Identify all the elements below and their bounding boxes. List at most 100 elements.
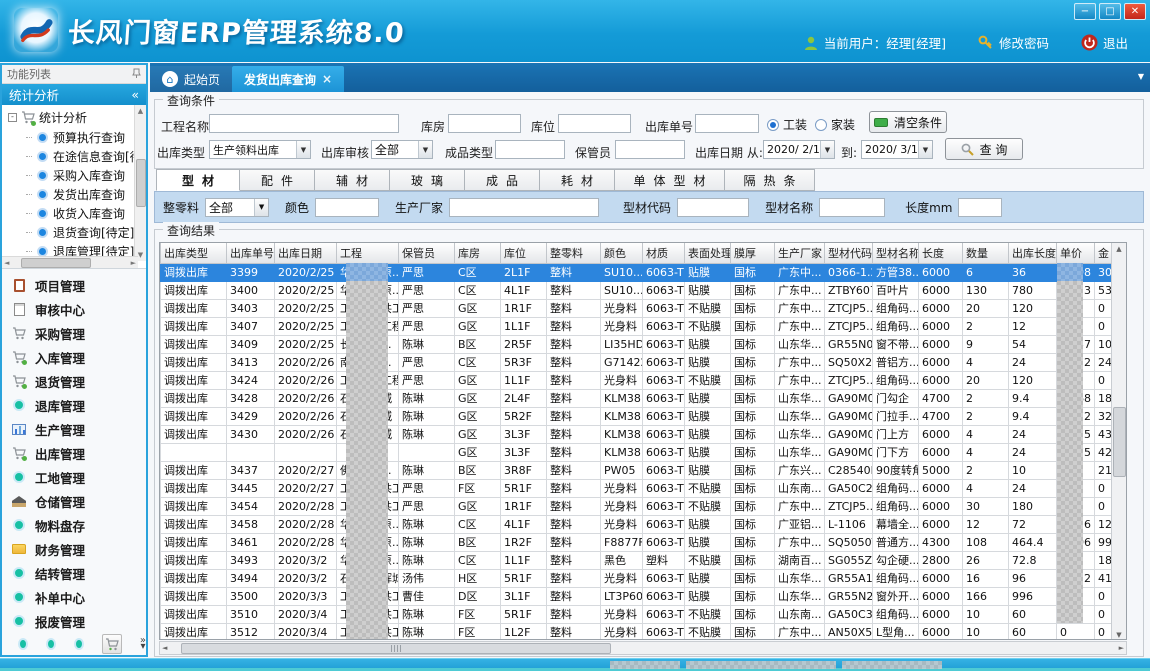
minimize-button[interactable]: −: [1074, 3, 1096, 20]
sidebar-item-仓储管理[interactable]: 仓储管理: [2, 489, 146, 513]
sidebar-item-报废管理[interactable]: 报废管理: [2, 609, 146, 633]
table-row[interactable]: 调拨出库34032020/2/25工共工程严思G区1R1F整料光身料6063-T…: [161, 299, 1113, 317]
column-header-长度[interactable]: 长度: [919, 243, 963, 263]
table-row[interactable]: 调拨出库35102020/3/4工共工程陈琳F区5R1F整料光身料6063-T5…: [161, 605, 1113, 623]
material-tab-单体型材[interactable]: 单体型材: [615, 169, 725, 191]
sidebar-item-退货管理[interactable]: 退货管理: [2, 369, 146, 393]
column-header-型材代码[interactable]: 型材代码: [825, 243, 873, 263]
column-header-生产厂家[interactable]: 生产厂家: [775, 243, 825, 263]
logout-button[interactable]: 退出: [1081, 33, 1128, 52]
table-row[interactable]: 调拨出库34612020/2/28华原...陈琳B区1R2F整料F8877FT6…: [161, 533, 1113, 551]
material-tab-成品[interactable]: 成品: [465, 169, 540, 191]
column-header-出库日期[interactable]: 出库日期: [275, 243, 337, 263]
chevron-down-icon[interactable]: ▼: [1138, 72, 1144, 81]
date-to-picker[interactable]: 2020/ 3/16 ▼: [861, 140, 933, 159]
table-row[interactable]: 调拨出库34942020/3/2石辉城汤伟H区5R1F整料光身料6063-T5贴…: [161, 569, 1113, 587]
scroll-up-icon[interactable]: ▲: [136, 105, 145, 117]
out-type-select[interactable]: 生产领料出库 ▼: [209, 140, 311, 159]
table-row[interactable]: 调拨出库34002020/2/25华原...严思C区4L1F整料SU10...6…: [161, 281, 1113, 299]
scroll-right-icon[interactable]: ►: [129, 257, 138, 269]
column-header-库房[interactable]: 库房: [455, 243, 501, 263]
table-row[interactable]: 调拨出库34452020/2/27工共工程严思F区5R1F整料光身料6063-T…: [161, 479, 1113, 497]
sidebar-item-工地管理[interactable]: 工地管理: [2, 465, 146, 489]
column-header-颜色[interactable]: 颜色: [601, 243, 643, 263]
grid-horizontal-scrollbar[interactable]: ◄ ►: [159, 641, 1127, 655]
sidebar-item-退库管理[interactable]: 退库管理: [2, 393, 146, 417]
material-tab-隔热条[interactable]: 隔热条: [725, 169, 815, 191]
tree-item-采购入库查询[interactable]: 采购入库查询: [2, 166, 146, 185]
table-row[interactable]: 调拨出库34582020/2/28华原...陈琳C区4L1F整料光身料6063-…: [161, 515, 1113, 533]
scroll-left-icon[interactable]: ◄: [160, 642, 169, 654]
tab-close-icon[interactable]: ×: [322, 72, 332, 86]
sidebar-item-项目管理[interactable]: 项目管理: [2, 273, 146, 297]
tree-horizontal-scrollbar[interactable]: ◄ ►: [2, 256, 138, 268]
tab-home[interactable]: ⌂ 起始页: [150, 66, 232, 92]
scroll-left-icon[interactable]: ◄: [2, 257, 11, 269]
grid-vertical-scrollbar[interactable]: ▲ ▼: [1111, 243, 1126, 640]
scroll-up-icon[interactable]: ▲: [1114, 243, 1123, 255]
column-header-表面处理[interactable]: 表面处理: [685, 243, 731, 263]
material-tab-辅材[interactable]: 辅材: [315, 169, 390, 191]
scroll-thumb[interactable]: [136, 159, 146, 207]
table-row[interactable]: 调拨出库34242020/2/26工工程严思G区1L1F整料光身料6063-T5…: [161, 371, 1113, 389]
table-row[interactable]: 调拨出库34132020/2/26南...严思C区5R3F整料G71422606…: [161, 353, 1113, 371]
close-button[interactable]: ✕: [1124, 3, 1146, 20]
column-header-单价[interactable]: 单价: [1057, 243, 1095, 263]
maker-input[interactable]: [449, 198, 599, 217]
sidebar-item-结转管理[interactable]: 结转管理: [2, 561, 146, 585]
color-input[interactable]: [315, 198, 379, 217]
profile-name-input[interactable]: [819, 198, 885, 217]
table-row[interactable]: 调拨出库33992020/2/25华原...严思C区2L1F整料SU10...6…: [161, 263, 1113, 281]
table-row[interactable]: 调拨出库34932020/3/2华原...陈琳C区1L1F整料黑色塑料不贴膜国标…: [161, 551, 1113, 569]
sidebar-section-header[interactable]: 统计分析 «: [2, 84, 146, 106]
clear-conditions-button[interactable]: 清空条件: [869, 111, 947, 133]
scroll-thumb[interactable]: [1113, 407, 1126, 477]
column-header-金[interactable]: 金: [1095, 243, 1113, 263]
column-header-库位[interactable]: 库位: [501, 243, 547, 263]
material-tab-配件[interactable]: 配件: [240, 169, 315, 191]
column-header-出库单号[interactable]: 出库单号: [227, 243, 275, 263]
tree-item-收货入库查询[interactable]: 收货入库查询: [2, 204, 146, 223]
search-button[interactable]: 查 询: [945, 138, 1023, 160]
maximize-button[interactable]: □: [1099, 3, 1121, 20]
material-tab-型材[interactable]: 型材: [156, 169, 240, 191]
tree-root-statistics[interactable]: - 统计分析: [2, 105, 146, 128]
column-header-出库长度[interactable]: 出库长度: [1009, 243, 1057, 263]
project-name-input[interactable]: [209, 114, 399, 133]
table-row[interactable]: 调拨出库34282020/2/26石城陈琳G区2L4F整料KLM38176063…: [161, 389, 1113, 407]
table-row[interactable]: 调拨出库34292020/2/26石城陈琳G区5R2F整料KLM38176063…: [161, 407, 1113, 425]
table-row[interactable]: 调拨出库35002020/3/3工共工程曹佳D区3L1F整料LT3P606063…: [161, 587, 1113, 605]
column-header-膜厚[interactable]: 膜厚: [731, 243, 775, 263]
tree-item-预算执行查询[interactable]: 预算执行查询: [2, 128, 146, 147]
length-input[interactable]: [958, 198, 1002, 217]
sidebar-item-补单中心[interactable]: 补单中心: [2, 585, 146, 609]
sidebar-item-审核中心[interactable]: 审核中心: [2, 297, 146, 321]
product-type-input[interactable]: [495, 140, 565, 159]
column-header-材质[interactable]: 材质: [643, 243, 685, 263]
table-row[interactable]: 调拨出库34542020/2/28工共工程严思G区1R1F整料光身料6063-T…: [161, 497, 1113, 515]
material-tab-耗材[interactable]: 耗材: [540, 169, 615, 191]
profile-code-input[interactable]: [677, 198, 749, 217]
pin-icon[interactable]: [132, 68, 141, 79]
dot-icon[interactable]: [46, 638, 56, 650]
tree-item-退货查询[待定][interactable]: 退货查询[待定]: [2, 223, 146, 242]
sidebar-item-物料盘存[interactable]: 物料盘存: [2, 513, 146, 537]
sidebar-item-财务管理[interactable]: 财务管理: [2, 537, 146, 561]
column-header-保管员[interactable]: 保管员: [399, 243, 455, 263]
scroll-right-icon[interactable]: ►: [1117, 642, 1126, 654]
sidebar-item-入库管理[interactable]: 入库管理: [2, 345, 146, 369]
column-header-出库类型[interactable]: 出库类型: [161, 243, 227, 263]
zhengling-select[interactable]: 全部 ▼: [205, 198, 269, 217]
radio-gongzhuang[interactable]: 工装: [767, 116, 807, 133]
sidebar-item-生产管理[interactable]: 生产管理: [2, 417, 146, 441]
sidebar-item-出库管理[interactable]: 出库管理: [2, 441, 146, 465]
sidebar-item-采购管理[interactable]: 采购管理: [2, 321, 146, 345]
keeper-input[interactable]: [615, 140, 685, 159]
column-header-型材名称[interactable]: 型材名称: [873, 243, 919, 263]
change-password-button[interactable]: 修改密码: [978, 33, 1049, 52]
column-header-工程[interactable]: 工程: [337, 243, 399, 263]
dot-icon[interactable]: [18, 638, 28, 650]
table-row[interactable]: 调拨出库34302020/2/26石城陈琳G区3L3F整料KLM38176063…: [161, 425, 1113, 443]
tree-expander-icon[interactable]: -: [8, 113, 17, 122]
order-no-input[interactable]: [695, 114, 759, 133]
